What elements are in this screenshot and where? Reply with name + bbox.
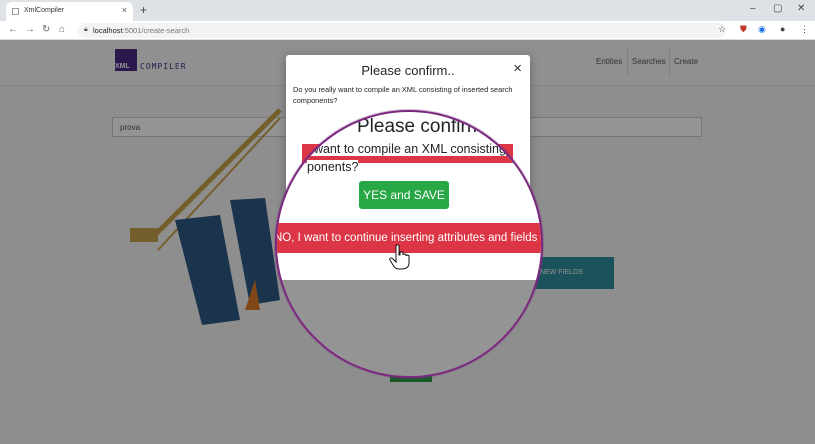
lock-icon: 🔒︎ <box>84 26 88 33</box>
new-tab-button[interactable]: + <box>140 3 147 17</box>
maximize-icon[interactable]: ▢ <box>773 3 782 14</box>
extension-shield-icon[interactable]: ⛊ <box>740 24 747 35</box>
browser-tab-bar: XmlCompiler × + – ▢ ✕ <box>0 0 815 21</box>
zoomed-dialog-message: I want to compile an XML consisting pone… <box>307 140 537 176</box>
forward-arrow-icon[interactable]: → <box>25 24 35 35</box>
tab-title: XmlCompiler <box>24 7 65 14</box>
close-icon[interactable]: × <box>513 60 522 77</box>
back-arrow-icon[interactable]: ← <box>8 24 18 35</box>
menu-kebab-icon[interactable]: ⋮ <box>800 24 809 35</box>
browser-tab[interactable]: XmlCompiler × <box>6 2 133 21</box>
extension-audio-icon[interactable]: ◉ <box>758 24 766 35</box>
address-bar-row: ← → ↻ ⌂ 🔒︎ localhost:5001/create-search … <box>0 21 815 40</box>
bookmark-star-icon[interactable]: ☆ <box>718 24 726 35</box>
reload-icon[interactable]: ↻ <box>42 24 50 35</box>
hand-pointer-icon <box>389 244 410 270</box>
zoomed-backdrop <box>277 280 541 376</box>
yes-and-save-button[interactable]: YES and SAVE <box>359 181 449 209</box>
zoomed-message-line: ponents? <box>307 160 359 174</box>
dialog-message: Do you really want to compile an XML con… <box>293 85 513 105</box>
url-path: :5001/create-search <box>122 26 190 35</box>
zoomed-dialog-title: Please confirm.. <box>357 116 494 137</box>
minimize-icon[interactable]: – <box>750 3 756 14</box>
zoomed-message-line: I want to compile an XML consisting <box>307 142 506 156</box>
tab-close-icon[interactable]: × <box>122 5 127 15</box>
url-host: localhost <box>93 26 123 35</box>
dialog-title: Please confirm.. <box>361 63 455 78</box>
page-icon <box>12 8 19 15</box>
window-close-icon[interactable]: ✕ <box>797 3 805 14</box>
url-field[interactable]: 🔒︎ localhost:5001/create-search <box>78 23 726 38</box>
profile-icon[interactable]: ● <box>780 24 785 34</box>
home-icon[interactable]: ⌂ <box>59 24 65 35</box>
